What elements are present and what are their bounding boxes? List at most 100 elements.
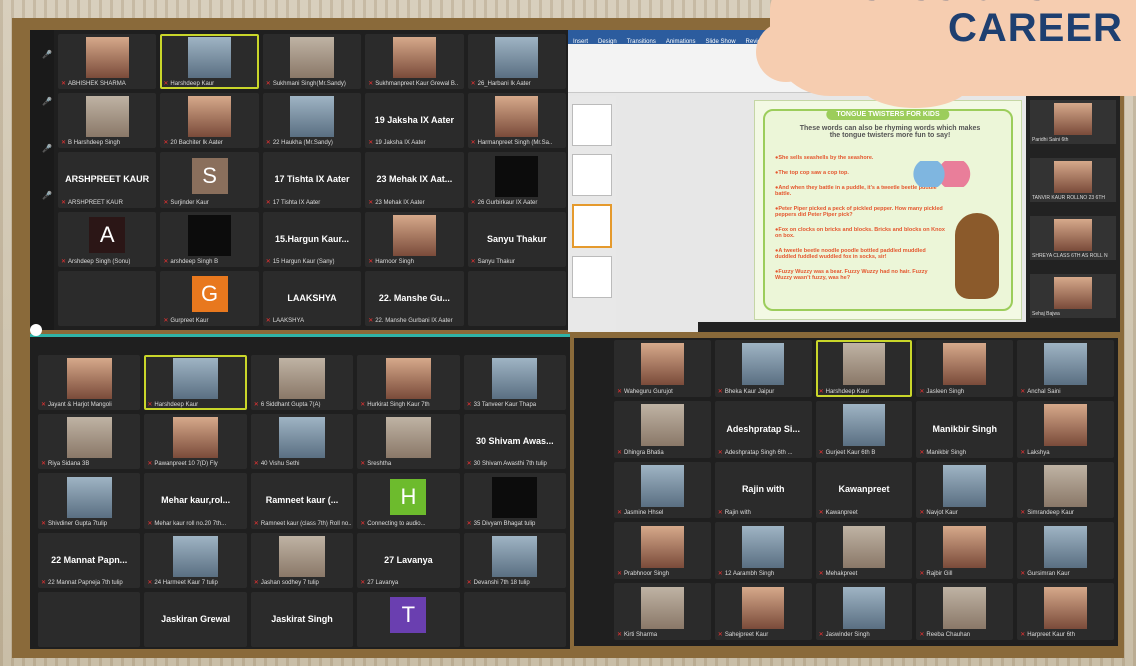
participant-tile[interactable]: ✕ 40 Vishu Sethi bbox=[250, 414, 354, 470]
caption-text: Harnoor Singh bbox=[375, 258, 414, 265]
participant-video bbox=[1044, 586, 1087, 629]
participant-tile[interactable]: 19 Jaksha IX Aater ✕ 19 Jaksha IX Aater bbox=[365, 93, 464, 149]
slide-thumbnail-selected[interactable] bbox=[572, 204, 612, 248]
slide-thumbnail[interactable] bbox=[572, 256, 612, 298]
resize-handle[interactable] bbox=[30, 324, 42, 336]
participant-tile[interactable]: ✕ B Harshdeep Singh bbox=[58, 93, 157, 149]
participant-tile[interactable]: Jaskirat Singh bbox=[250, 591, 354, 647]
participant-tile[interactable]: 17 Tishta IX Aater ✕ 17 Tishta IX Aater bbox=[262, 152, 362, 208]
participant-tile[interactable]: ✕ 12 Aarambh Singh bbox=[714, 522, 812, 580]
participant-tile[interactable]: ✕ Harmanpreet Singh (Mr.Sa.. bbox=[467, 93, 566, 149]
slide-thumbnail[interactable] bbox=[572, 104, 612, 146]
participant-tile[interactable]: ✕ Devanshi 7th 18 tulip bbox=[463, 532, 566, 588]
participant-tile[interactable]: 23 Mehak IX Aat... ✕ 23 Mehak IX Aater bbox=[365, 152, 464, 208]
participant-tile[interactable] bbox=[467, 270, 566, 326]
participant-tile[interactable]: ✕ 24 Harmeet Kaur 7 tulip bbox=[144, 532, 247, 588]
participant-tile[interactable]: 27 Lavanya ✕ 27 Lavanya bbox=[357, 532, 460, 588]
participant-tile[interactable] bbox=[38, 591, 141, 647]
participant-tile[interactable]: ✕ Bheka Kaur Jaipur bbox=[714, 340, 812, 397]
participant-tile[interactable]: ✕ Navjot Kaur bbox=[916, 461, 1014, 519]
participant-tile[interactable]: G ✕ Gurpreet Kaur bbox=[160, 270, 259, 326]
participant-tile[interactable]: T bbox=[357, 591, 460, 647]
slide-thumbnail[interactable] bbox=[572, 154, 612, 196]
participant-tile[interactable]: ✕ Gurjeet Kaur 6th B bbox=[815, 400, 913, 458]
participant-tile[interactable]: Ramneet kaur (... ✕ Ramneet kaur (class 7t… bbox=[250, 473, 354, 529]
participant-tile[interactable]: Paridhi Saini 6th bbox=[1030, 100, 1116, 144]
participant-tile[interactable]: ✕ Simrandeep Kaur bbox=[1017, 461, 1114, 519]
participant-tile[interactable]: ✕ Jasmine Hhsel bbox=[614, 461, 711, 519]
participant-tile[interactable]: H ✕ Connecting to audio... bbox=[357, 473, 460, 529]
participant-tile[interactable]: ✕ 20 Bachiter Ik Aater bbox=[160, 93, 259, 149]
participant-tile[interactable] bbox=[58, 270, 157, 326]
participant-tile[interactable]: ✕ Jasleen Singh bbox=[916, 340, 1014, 397]
participant-tile[interactable]: 22. Manshe Gu... ✕ 22. Manshe Gurbani IX A… bbox=[365, 270, 464, 326]
participant-tile[interactable]: 15.Hargun Kaur... ✕ 15 Hargun Kaur (Sany) bbox=[262, 211, 362, 267]
participant-tile[interactable]: ✕ Sahejpreet Kaur bbox=[714, 583, 812, 640]
participant-tile[interactable]: 22 Mannat Papn... ✕ 22 Mannat Papneja 7th … bbox=[38, 532, 141, 588]
participant-tile[interactable]: ✕ Waheguru Gurujot bbox=[614, 340, 711, 397]
participant-tile[interactable]: ✕ Harshdeep Kaur bbox=[815, 340, 913, 397]
participant-tile[interactable]: ✕ 35 Divyam Bhagat tulip bbox=[463, 473, 566, 529]
participant-tile[interactable]: Sehaj Bajwa bbox=[1030, 274, 1116, 318]
participant-tile[interactable]: ✕ Lakshya bbox=[1017, 400, 1114, 458]
participant-tile[interactable]: ✕ 6 Siddhant Gupta 7(A) bbox=[250, 355, 354, 411]
participant-tile[interactable]: ARSHPREET KAUR ✕ ARSHPREET KAUR bbox=[58, 152, 157, 208]
participant-caption: ✕ Simrandeep Kaur bbox=[1020, 509, 1112, 516]
participant-tile[interactable]: ✕ Hurkirat Singh Kaur 7th bbox=[357, 355, 460, 411]
participant-tile[interactable]: A ✕ Arshdeep Singh (Sonu) bbox=[58, 211, 157, 267]
participant-tile[interactable]: ✕ Pawanpreet 10 7(D) Fly bbox=[144, 414, 247, 470]
participant-tile[interactable]: ✕ Kirti Sharma bbox=[614, 583, 711, 640]
ribbon-tab[interactable]: Design bbox=[593, 36, 622, 48]
participant-tile[interactable]: ✕ Prabhnoor Singh bbox=[614, 522, 711, 580]
participant-tile[interactable]: Manikbir Singh ✕ Manikbir Singh bbox=[916, 400, 1014, 458]
participant-tile[interactable]: ✕ Anchal Saini bbox=[1017, 340, 1114, 397]
participant-tile[interactable]: ✕ Sukhmani Singh(Mr.Sandy) bbox=[262, 34, 362, 90]
participant-tile[interactable]: Mehar kaur,rol... ✕ Mehar kaur roll no.20 … bbox=[144, 473, 247, 529]
participant-tile[interactable]: ✕ Reeba Chauhan bbox=[916, 583, 1014, 640]
participant-tile[interactable]: ✕ Jaswinder Singh bbox=[815, 583, 913, 640]
participant-tile[interactable]: ✕ ABHISHEK SHARMA bbox=[58, 34, 157, 90]
participant-tile[interactable]: ✕ Riya Sidana 3B bbox=[38, 414, 141, 470]
participant-tile[interactable]: Kawanpreet ✕ Kawanpreet bbox=[815, 461, 913, 519]
participant-tile[interactable] bbox=[463, 591, 566, 647]
participant-tile[interactable]: Rajin with ✕ Rajin with bbox=[714, 461, 812, 519]
participant-tile[interactable]: ✕ Sreshtha bbox=[357, 414, 460, 470]
participant-tile[interactable]: Jaskiran Grewal bbox=[144, 591, 247, 647]
ribbon-tab[interactable]: Animations bbox=[661, 36, 701, 48]
participant-tile[interactable]: ✕ Harshdeep Kaur bbox=[160, 34, 259, 90]
participant-tile[interactable]: SHREYA CLASS 6TH AS ROLL N bbox=[1030, 216, 1116, 260]
mic-muted-icon: ✕ bbox=[147, 520, 153, 527]
participant-tile[interactable]: LAAKSHYA ✕ LAAKSHYA bbox=[262, 270, 362, 326]
ribbon-tab[interactable]: Slide Show bbox=[701, 36, 741, 48]
participant-tile[interactable]: Adeshpratap Si... ✕ Adeshpratap Singh 6th … bbox=[714, 400, 812, 458]
participant-tile[interactable]: ✕ Harnoor Singh bbox=[365, 211, 464, 267]
participant-tile[interactable]: TANVIR KAUR ROLLNO 23 6TH bbox=[1030, 158, 1116, 202]
ribbon-tab[interactable]: Transitions bbox=[622, 36, 661, 48]
participant-name: 27 Lavanya bbox=[384, 554, 433, 565]
participant-tile[interactable]: ✕ Shivdiner Gupta 7tulip bbox=[38, 473, 141, 529]
participant-tile[interactable]: ✕ Rajbir Gill bbox=[916, 522, 1014, 580]
ribbon-tab[interactable]: Insert bbox=[568, 36, 593, 48]
participant-tile[interactable]: ✕ 26 Gurbirkaur IX Aater bbox=[467, 152, 566, 208]
participant-tile[interactable]: S ✕ Surjinder Kaur bbox=[160, 152, 259, 208]
participant-tile[interactable]: ✕ Jashan sodhey 7 tulip bbox=[250, 532, 354, 588]
participant-tile[interactable]: ✕ arshdeep Singh B bbox=[160, 211, 259, 267]
participant-tile[interactable]: ✕ Jayant & Harjot Mangoli bbox=[38, 355, 141, 411]
participant-tile[interactable]: ✕ 26_Harbani Ik Aater bbox=[467, 34, 566, 90]
participant-tile[interactable]: ✕ Gursimran Kaur bbox=[1017, 522, 1114, 580]
participant-tile[interactable]: ✕ Harshdeep Kaur bbox=[144, 355, 247, 411]
participant-caption: ✕ Sukhmani Singh(Mr.Sandy) bbox=[266, 80, 359, 87]
caption-text: 35 Divyam Bhagat tulip bbox=[473, 520, 536, 527]
caption-text: Arshdeep Singh (Sonu) bbox=[68, 258, 131, 265]
participant-tile[interactable]: ✕ Dhingra Bhatia bbox=[614, 400, 711, 458]
participant-tile[interactable]: ✕ Mehakpreet bbox=[815, 522, 913, 580]
mic-muted-icon: ✕ bbox=[470, 81, 476, 88]
participant-tile[interactable]: Sanyu Thakur ✕ Sanyu Thakur bbox=[467, 211, 566, 267]
participant-caption: ✕ 35 Divyam Bhagat tulip bbox=[467, 520, 564, 527]
participant-tile[interactable]: ✕ Sukhmanpreet Kaur Grewal B.. bbox=[365, 34, 464, 90]
participant-tile[interactable]: ✕ Harpreet Kaur 6th bbox=[1017, 583, 1114, 640]
zoom-toolbar[interactable] bbox=[698, 322, 1120, 332]
participant-tile[interactable]: ✕ 33 Tanveer Kaur Thapa bbox=[463, 355, 566, 411]
participant-tile[interactable]: 30 Shivam Awas... ✕ 30 Shivam Awasthi 7th … bbox=[463, 414, 566, 470]
participant-tile[interactable]: ✕ 22 Haukha (Mr.Sandy) bbox=[262, 93, 362, 149]
